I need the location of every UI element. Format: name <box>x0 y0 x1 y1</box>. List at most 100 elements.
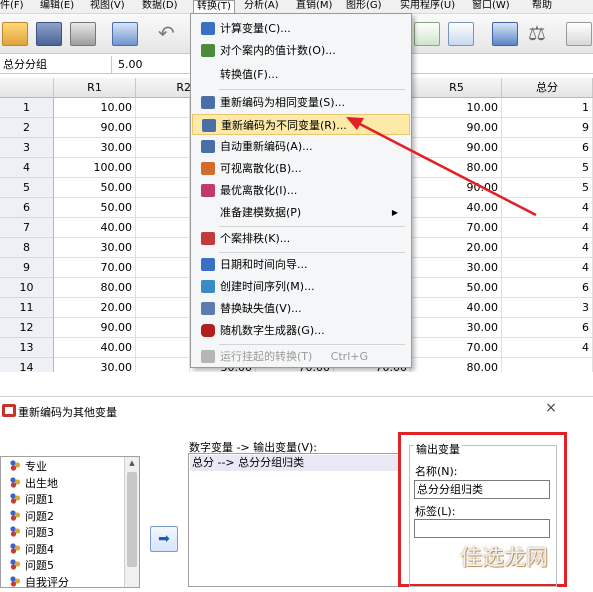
table-cell[interactable] <box>136 278 190 298</box>
menu-item-replace-missing-values[interactable]: 替换缺失值(V)... <box>192 298 410 319</box>
weight-cases-icon[interactable]: ⚖ <box>528 22 554 46</box>
menu-direct-marketing[interactable]: 直销(M) <box>296 0 332 12</box>
print-icon[interactable] <box>70 22 96 46</box>
table-cell[interactable] <box>136 218 190 238</box>
row-number[interactable]: 14 <box>0 358 54 372</box>
row-number[interactable]: 1 <box>0 98 54 118</box>
table-cell[interactable] <box>136 178 190 198</box>
table-cell[interactable]: 20.00 <box>412 238 502 258</box>
table-cell[interactable]: 30.00 <box>54 238 136 258</box>
table-cell[interactable]: 50.00 <box>412 278 502 298</box>
menu-item-date-time-wizard[interactable]: 日期和时间向导... <box>192 254 410 275</box>
name-field[interactable]: 总分分组归类 <box>414 480 550 499</box>
table-cell[interactable]: 70.00 <box>54 258 136 278</box>
menu-view[interactable]: 视图(V) <box>90 0 125 12</box>
scroll-thumb[interactable] <box>127 472 137 567</box>
menu-help[interactable]: 帮助 <box>532 0 552 12</box>
table-cell[interactable] <box>136 238 190 258</box>
menu-transform[interactable]: 转换(T) <box>193 0 235 13</box>
table-cell[interactable]: 10.00 <box>54 98 136 118</box>
table-cell[interactable]: 80.00 <box>412 358 502 372</box>
list-item[interactable]: 问题3 <box>9 525 54 541</box>
menu-utilities[interactable]: 实用程序(U) <box>400 0 455 12</box>
table-cell[interactable]: 50.00 <box>54 198 136 218</box>
row-number[interactable]: 4 <box>0 158 54 178</box>
column-header-r1[interactable]: R1 <box>54 78 136 98</box>
row-number[interactable]: 5 <box>0 178 54 198</box>
scroll-up-icon[interactable]: ▲ <box>127 459 137 468</box>
active-cell-value[interactable]: 5.00 <box>114 56 194 73</box>
table-cell[interactable]: 4 <box>502 258 593 278</box>
table-cell[interactable]: 3 <box>502 298 593 318</box>
undo-icon[interactable]: ↶ <box>158 22 184 46</box>
insert-cases-icon[interactable] <box>414 22 440 46</box>
table-cell[interactable]: 80.00 <box>54 278 136 298</box>
scrollbar[interactable]: ▲ <box>124 457 139 587</box>
menu-item-count-values[interactable]: 对个案内的值计数(O)... <box>192 40 410 61</box>
save-icon[interactable] <box>36 22 62 46</box>
list-item[interactable]: 问题5 <box>9 558 54 574</box>
table-cell[interactable]: 40.00 <box>54 338 136 358</box>
menu-item-shift-values[interactable]: 转换值(F)... <box>192 64 410 85</box>
table-cell[interactable]: 20.00 <box>54 298 136 318</box>
table-cell[interactable] <box>136 338 190 358</box>
table-cell[interactable]: 4 <box>502 218 593 238</box>
table-cell[interactable]: 70.00 <box>412 218 502 238</box>
table-cell[interactable]: 70.00 <box>412 338 502 358</box>
column-header-r5[interactable]: R5 <box>412 78 502 98</box>
table-cell[interactable]: 6 <box>502 278 593 298</box>
table-cell[interactable]: 30.00 <box>412 258 502 278</box>
menu-item-create-time-series[interactable]: 创建时间序列(M)... <box>192 276 410 297</box>
open-folder-icon[interactable] <box>2 22 28 46</box>
table-cell[interactable]: 90.00 <box>54 318 136 338</box>
menu-edit[interactable]: 编辑(E) <box>40 0 74 12</box>
menu-window[interactable]: 窗口(W) <box>472 0 510 12</box>
menu-file[interactable]: 件(F) <box>0 0 24 12</box>
menu-data[interactable]: 数据(D) <box>142 0 178 12</box>
label-field[interactable] <box>414 519 550 538</box>
table-cell[interactable]: 4 <box>502 238 593 258</box>
table-cell[interactable] <box>136 118 190 138</box>
row-number[interactable]: 13 <box>0 338 54 358</box>
list-item[interactable]: 问题4 <box>9 542 54 558</box>
table-cell[interactable]: 4 <box>502 338 593 358</box>
table-cell[interactable] <box>136 98 190 118</box>
split-file-icon[interactable] <box>492 22 518 46</box>
table-cell[interactable] <box>136 298 190 318</box>
table-cell[interactable]: 100.00 <box>54 158 136 178</box>
menu-item-random-number-generators[interactable]: 随机数字生成器(G)... <box>192 320 410 341</box>
dialog-recall-icon[interactable] <box>112 22 138 46</box>
menu-graphs[interactable]: 图形(G) <box>346 0 382 12</box>
row-number[interactable]: 9 <box>0 258 54 278</box>
column-header-total[interactable]: 总分 <box>502 78 593 98</box>
table-cell[interactable]: 50.00 <box>54 178 136 198</box>
row-number[interactable]: 2 <box>0 118 54 138</box>
row-number[interactable]: 10 <box>0 278 54 298</box>
close-button[interactable]: × <box>542 399 560 417</box>
list-item[interactable]: 问题1 <box>9 492 54 508</box>
row-number[interactable]: 3 <box>0 138 54 158</box>
table-cell[interactable]: 30.00 <box>412 318 502 338</box>
table-cell[interactable]: 90.00 <box>54 118 136 138</box>
column-header-r2[interactable]: R2 <box>136 78 196 98</box>
menu-analyze[interactable]: 分析(A) <box>244 0 279 12</box>
move-variable-button[interactable]: ➡ <box>150 526 178 552</box>
source-variable-list[interactable]: 专业 出生地 问题1 问题2 问题3 问题4 问题5 自我评分 ▲ <box>0 456 140 589</box>
table-cell[interactable]: 30.00 <box>54 138 136 158</box>
table-cell[interactable] <box>136 258 190 278</box>
list-item[interactable]: 出生地 <box>9 476 58 492</box>
table-cell[interactable] <box>502 358 593 372</box>
list-item[interactable]: 问题2 <box>9 509 54 525</box>
table-cell[interactable] <box>136 358 190 372</box>
list-item[interactable]: 专业 <box>9 459 47 475</box>
table-cell[interactable]: 6 <box>502 318 593 338</box>
mapping-list[interactable]: 总分 --> 总分分组归类 <box>188 453 400 587</box>
table-cell[interactable] <box>136 138 190 158</box>
table-cell[interactable] <box>136 318 190 338</box>
row-number[interactable]: 11 <box>0 298 54 318</box>
insert-variable-icon[interactable] <box>448 22 474 46</box>
row-number[interactable]: 12 <box>0 318 54 338</box>
list-item[interactable]: 总分 --> 总分分组归类 <box>190 455 398 471</box>
table-cell[interactable]: 30.00 <box>54 358 136 372</box>
table-cell[interactable]: 40.00 <box>54 218 136 238</box>
